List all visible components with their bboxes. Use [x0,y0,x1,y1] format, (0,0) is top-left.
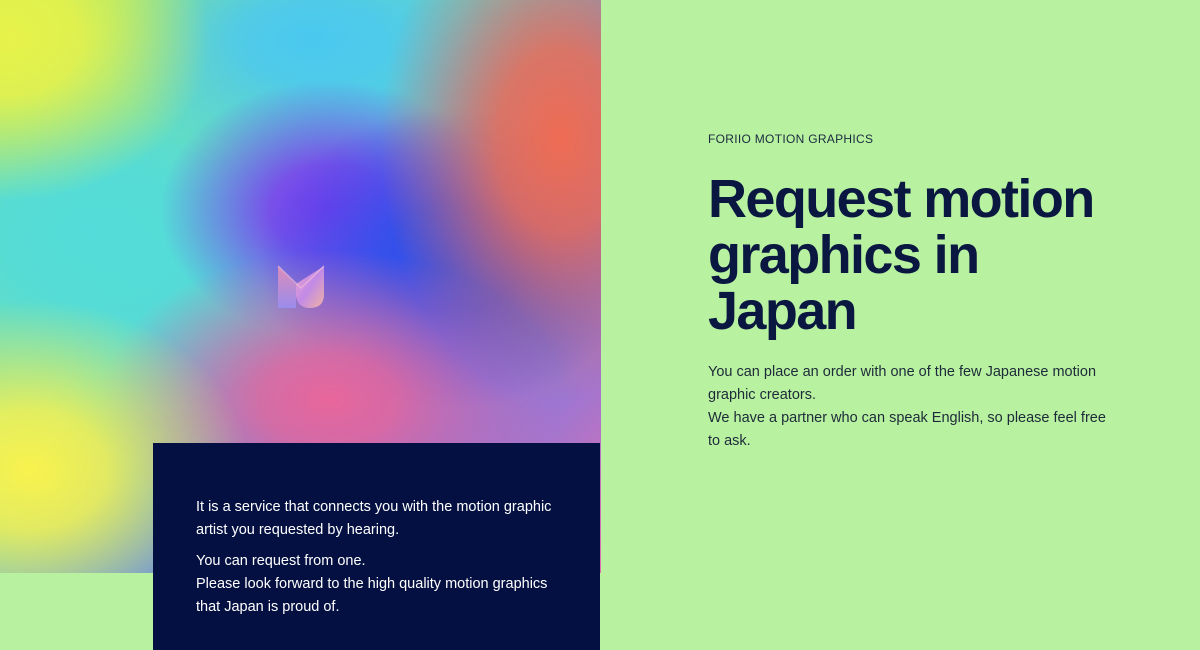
main-content: FORIIO MOTION GRAPHICS Request motion gr… [708,131,1178,453]
description-line-2: We have a partner who can speak English,… [708,410,1106,449]
page: It is a service that connects you with t… [0,0,1200,650]
info-paragraph-2-line-1: You can request from one. [196,553,366,569]
info-paragraph-1: It is a service that connects you with t… [196,499,552,538]
description-line-1: You can place an order with one of the f… [708,364,1097,403]
service-info-box: It is a service that connects you with t… [153,443,600,650]
m-logo-icon [277,265,325,308]
info-paragraph-2: You can request from one. Please look fo… [196,550,556,619]
info-paragraph-2-line-2: Please look forward to the high quality … [196,576,548,615]
eyebrow-label: FORIIO MOTION GRAPHICS [708,132,874,146]
description: You can place an order with one of the f… [708,361,1118,453]
page-title: Request motion graphics in Japan [708,169,1095,341]
